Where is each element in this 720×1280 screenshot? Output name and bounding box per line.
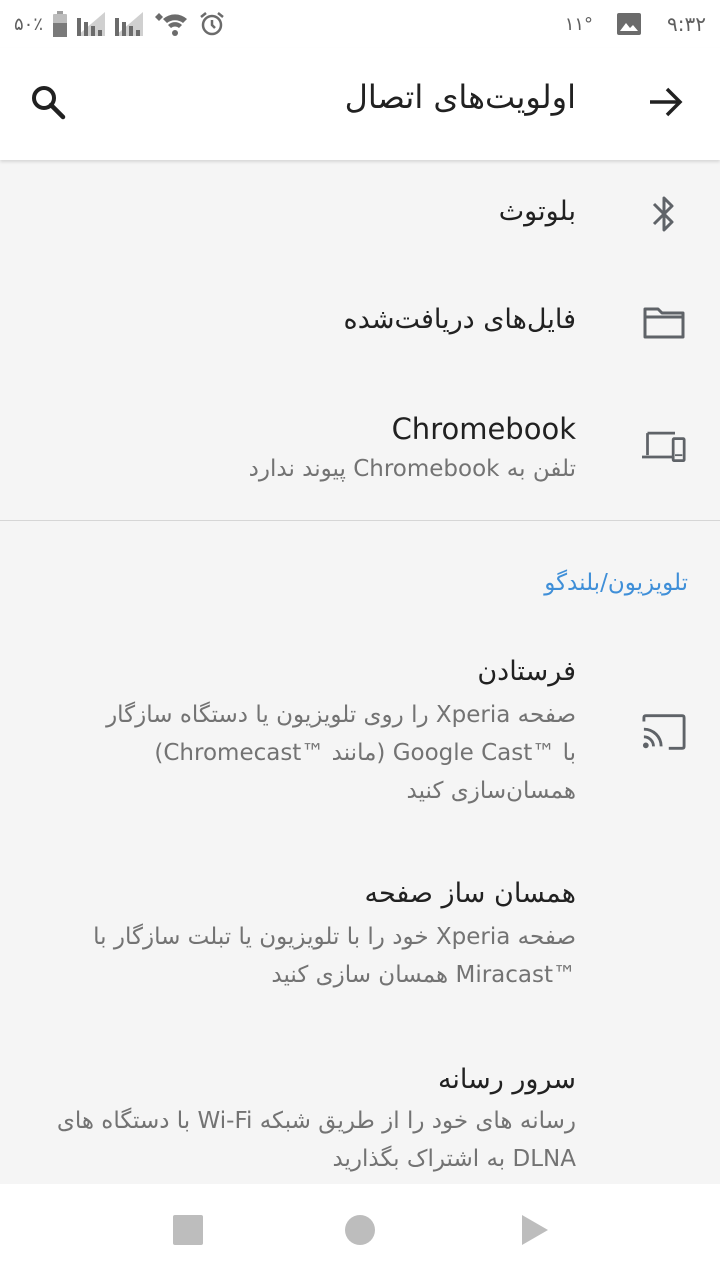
- screen-mirroring-subtitle: صفحه Xperia خود را با تلویزیون یا تبلت س…: [56, 918, 576, 994]
- notification-temperature: ۱۱°: [564, 13, 594, 35]
- status-left: ۵۰٪: [14, 11, 225, 37]
- screen-mirroring-item[interactable]: همسان ساز صفحه صفحه Xperia خود را با تلو…: [0, 860, 720, 1020]
- settings-list: بلوتوث فایل‌های دریافت‌شده Chromebook تل…: [0, 160, 720, 1184]
- battery-percentage: ۵۰٪: [14, 13, 44, 35]
- status-right: ۱۱° ۹:۳۲: [565, 12, 706, 36]
- triangle-icon: [518, 1213, 550, 1251]
- media-server-item[interactable]: سرور رسانه رسانه های خود را از طریق شبکه…: [0, 1046, 720, 1184]
- app-bar: اولویت‌های اتصال: [0, 48, 720, 160]
- home-button[interactable]: [338, 1210, 382, 1254]
- cast-icon: [642, 710, 686, 754]
- media-server-label: سرور رسانه: [437, 1064, 576, 1095]
- circle-icon: [344, 1214, 376, 1250]
- arrow-right-icon: [648, 87, 684, 121]
- cast-subtitle-line: صفحه Xperia را روی تلویزیون یا دستگاه سا…: [106, 702, 576, 728]
- wifi-icon: [153, 11, 189, 37]
- battery-icon: [53, 11, 68, 37]
- cast-subtitle-line: همسان‌سازی کنید: [406, 778, 576, 804]
- navigation-bar: [0, 1184, 720, 1280]
- chromebook-subtitle: تلفن به Chromebook پیوند ندارد: [248, 456, 576, 482]
- screen-mirroring-label: همسان ساز صفحه: [364, 878, 576, 909]
- cast-item[interactable]: فرستادن صفحه Xperia را روی تلویزیون یا د…: [0, 640, 720, 830]
- cast-subtitle-line: با ™Google Cast (مانند ™Chromecast): [154, 740, 576, 766]
- cast-subtitle: صفحه Xperia را روی تلویزیون یا دستگاه سا…: [56, 696, 576, 810]
- media-server-subtitle: رسانه های خود را از طریق شبکه Wi-Fi با د…: [56, 1102, 576, 1178]
- bluetooth-icon: [642, 192, 686, 236]
- signal-2-icon: [115, 12, 144, 36]
- image-notification-icon: [617, 13, 642, 35]
- devices-icon: [642, 424, 686, 468]
- cast-label: فرستادن: [477, 656, 576, 687]
- chromebook-item[interactable]: Chromebook تلفن به Chromebook پیوند ندار…: [0, 374, 720, 520]
- back-button[interactable]: [644, 82, 688, 126]
- screen-mirroring-subtitle-line: ™Miracast همسان سازی کنید: [271, 962, 576, 988]
- media-server-subtitle-line: DLNA به اشتراک بگذارید: [332, 1146, 576, 1172]
- status-bar: ۵۰٪ ۱۱° ۹:۳۲: [0, 0, 720, 48]
- alarm-icon: [199, 11, 225, 37]
- received-files-label: فایل‌های دریافت‌شده: [343, 304, 576, 335]
- page-title: اولویت‌های اتصال: [344, 78, 576, 116]
- bluetooth-item[interactable]: بلوتوث: [0, 160, 720, 266]
- section-header-tv-speaker: تلویزیون/بلندگو: [544, 570, 688, 596]
- back-nav-button[interactable]: [512, 1210, 556, 1254]
- clock: ۹:۳۲: [667, 12, 706, 36]
- search-button[interactable]: [26, 82, 70, 126]
- bluetooth-label: بلوتوث: [498, 196, 576, 227]
- screen-mirroring-subtitle-line: صفحه Xperia خود را با تلویزیون یا تبلت س…: [93, 924, 576, 950]
- received-files-item[interactable]: فایل‌های دریافت‌شده: [0, 266, 720, 374]
- media-server-subtitle-line: رسانه های خود را از طریق شبکه Wi-Fi با د…: [56, 1108, 576, 1134]
- section-divider: [0, 520, 720, 521]
- search-icon: [29, 83, 67, 125]
- recents-button[interactable]: [166, 1210, 210, 1254]
- signal-icon: [77, 12, 106, 36]
- folder-icon: [642, 300, 686, 344]
- chromebook-label: Chromebook: [391, 412, 576, 446]
- square-icon: [172, 1214, 204, 1250]
